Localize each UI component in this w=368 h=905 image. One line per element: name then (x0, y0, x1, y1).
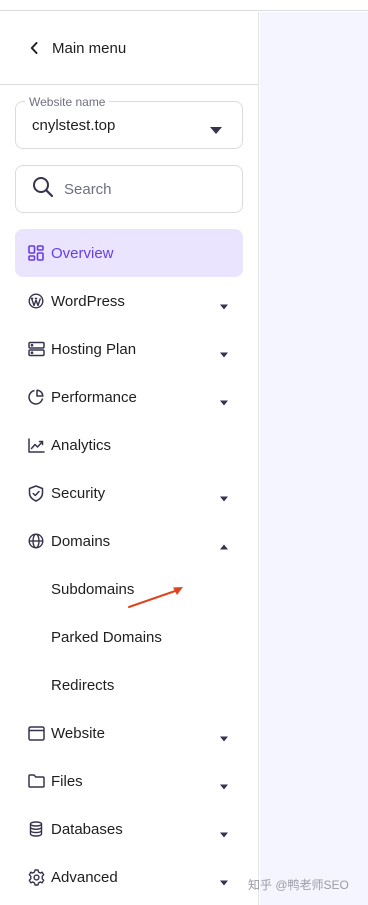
caret-down-icon (219, 297, 229, 310)
nav-item-wordpress[interactable]: WordPress (15, 277, 243, 325)
nav-label-hosting-plan: Hosting Plan (51, 340, 137, 358)
nav-label-files: Files (51, 772, 83, 790)
nav-label-subdomains: Subdomains (51, 580, 135, 598)
website-name-value: cnylstest.top (32, 117, 116, 134)
nav-label-website: Website (51, 724, 105, 742)
pie-chart-icon (27, 388, 45, 406)
search-input[interactable] (64, 180, 224, 198)
folder-icon (27, 772, 45, 790)
nav-item-security[interactable]: Security (15, 469, 243, 517)
caret-down-icon (219, 825, 229, 838)
globe-icon (27, 532, 45, 550)
nav-label-security: Security (51, 484, 106, 502)
nav-item-domains[interactable]: Domains (15, 517, 243, 565)
search-icon (32, 176, 54, 203)
nav-item-website[interactable]: Website (15, 709, 243, 757)
main-menu-button[interactable]: Main menu (0, 12, 259, 85)
chevron-left-icon (30, 42, 40, 54)
annotation-arrow-icon (126, 584, 186, 615)
nav-label-databases: Databases (51, 820, 123, 838)
wordpress-icon (27, 292, 45, 310)
database-icon (27, 820, 45, 838)
caret-down-icon (219, 729, 229, 742)
website-name-legend: Website name (25, 95, 110, 109)
top-border (0, 0, 368, 11)
nav-label-performance: Performance (51, 388, 137, 406)
gear-icon (27, 868, 45, 886)
nav-label-advanced: Advanced (51, 868, 118, 886)
browser-window-icon (27, 724, 45, 742)
server-icon (27, 340, 45, 358)
nav-label-overview: Overview (51, 244, 114, 262)
dashboard-icon (27, 244, 45, 262)
nav-item-overview[interactable]: Overview (15, 229, 243, 277)
caret-up-icon (219, 537, 229, 550)
nav-item-files[interactable]: Files (15, 757, 243, 805)
search-box[interactable] (15, 165, 243, 213)
nav-item-performance[interactable]: Performance (15, 373, 243, 421)
trending-up-icon (27, 436, 45, 454)
caret-down-icon (219, 393, 229, 406)
nav-label-domains: Domains (51, 532, 111, 550)
nav-label-wordpress: WordPress (51, 292, 125, 310)
nav-label-analytics: Analytics (51, 436, 112, 454)
caret-down-icon (219, 873, 229, 886)
nav-label-redirects: Redirects (51, 676, 115, 694)
main-nav: Overview WordPress Hosting Plan Performa… (0, 229, 259, 901)
nav-label-parked-domains: Parked Domains (51, 628, 162, 646)
nav-item-hosting-plan[interactable]: Hosting Plan (15, 325, 243, 373)
nav-item-advanced[interactable]: Advanced (15, 853, 243, 901)
caret-down-icon (219, 489, 229, 502)
sidebar: Main menu Website name cnylstest.top Ove… (0, 12, 259, 905)
watermark: 知乎 @鸭老师SEO (248, 878, 349, 892)
caret-down-icon (219, 777, 229, 790)
caret-down-icon (210, 121, 222, 139)
website-name-select[interactable]: Website name cnylstest.top (15, 95, 243, 149)
nav-item-databases[interactable]: Databases (15, 805, 243, 853)
nav-subitem-redirects[interactable]: Redirects (15, 661, 243, 709)
nav-item-analytics[interactable]: Analytics (15, 421, 243, 469)
main-menu-label: Main menu (52, 39, 127, 57)
nav-subitem-parked-domains[interactable]: Parked Domains (15, 613, 243, 661)
caret-down-icon (219, 345, 229, 358)
content-area (260, 12, 368, 905)
shield-icon (27, 484, 45, 502)
